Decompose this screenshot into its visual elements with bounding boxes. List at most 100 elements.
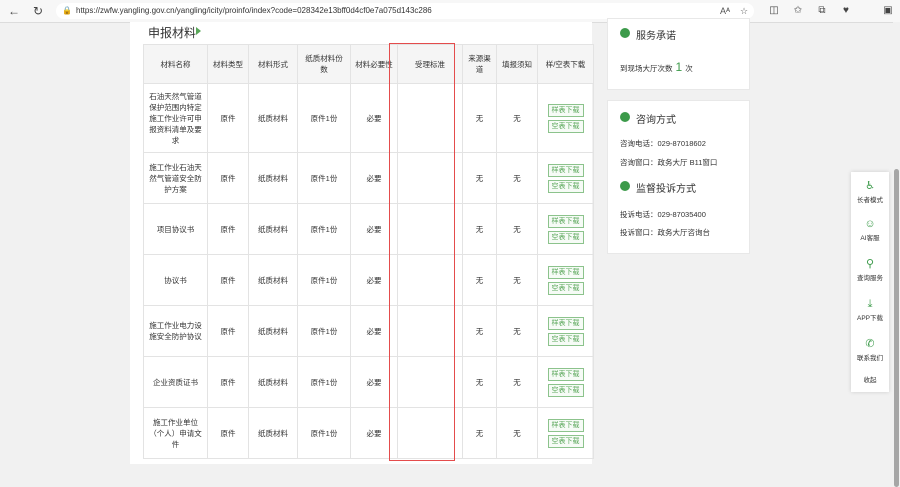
sample-download-button[interactable]: 样表下载 bbox=[547, 265, 584, 279]
read-aloud-icon[interactable]: Aᴬ bbox=[720, 3, 730, 19]
visits-text: 到现场大厅次数 1 次 bbox=[620, 60, 693, 74]
sample-download-button[interactable]: 样表下载 bbox=[547, 316, 584, 330]
blank-download-button[interactable]: 空表下载 bbox=[547, 383, 584, 397]
material-copies: 原件1份 bbox=[297, 83, 351, 153]
material-source: 无 bbox=[462, 356, 497, 408]
material-standard bbox=[397, 407, 463, 459]
floating-sidebar: ♿ 长者模式 ☺ AI客服 ⚲ 查询服务 ⤓ APP下载 ✆ 联系我们 收起 bbox=[851, 172, 889, 392]
refresh-icon[interactable]: ↻ bbox=[30, 3, 46, 19]
complaint-phone: 投诉电话：029-87035400 bbox=[620, 210, 706, 219]
sample-download-button[interactable]: 样表下载 bbox=[547, 163, 584, 177]
service-title: 服务承诺 bbox=[636, 31, 676, 42]
header-download: 样/空表下载 bbox=[537, 44, 594, 84]
extension-icon[interactable]: ♥ bbox=[838, 3, 854, 19]
material-type: 原件 bbox=[207, 203, 249, 255]
material-name: 石油天然气管道保护范围内特定施工作业许可申报资料清单及要求 bbox=[143, 83, 208, 153]
sample-download-button[interactable]: 样表下载 bbox=[547, 367, 584, 381]
material-required: 必要 bbox=[350, 305, 398, 357]
header-name: 材料名称 bbox=[143, 44, 208, 84]
material-source: 无 bbox=[462, 203, 497, 255]
material-required: 必要 bbox=[350, 203, 398, 255]
material-name: 项目协议书 bbox=[143, 203, 208, 255]
app-download-button[interactable]: ⤓ APP下载 bbox=[851, 298, 889, 322]
material-name: 企业资质证书 bbox=[143, 356, 208, 408]
material-name: 施工作业电力设施安全防护协议 bbox=[143, 305, 208, 357]
blank-download-button[interactable]: 空表下载 bbox=[547, 179, 584, 193]
table-row: 施工作业石油天然气管道安全防护方案 原件 纸质材料 原件1份 必要 无 无 样表… bbox=[143, 152, 594, 204]
material-required: 必要 bbox=[350, 152, 398, 204]
header-form: 材料形式 bbox=[248, 44, 298, 84]
split-screen-icon[interactable]: ◫ bbox=[766, 3, 782, 19]
table-header-row: 材料名称 材料类型 材料形式 纸质材料份数 材料必要性 受理标准 来源渠道 填报… bbox=[143, 44, 594, 84]
material-type: 原件 bbox=[207, 356, 249, 408]
blank-download-button[interactable]: 空表下载 bbox=[547, 332, 584, 346]
search-icon: ⚲ bbox=[865, 258, 875, 270]
ai-service-button[interactable]: ☺ AI客服 bbox=[851, 218, 889, 242]
sidebar-toggle-icon[interactable]: ▣ bbox=[880, 3, 896, 19]
material-standard bbox=[397, 356, 463, 408]
complaint-title: 监督投诉方式 bbox=[636, 184, 696, 195]
material-copies: 原件1份 bbox=[297, 305, 351, 357]
download-cell: 样表下载 空表下载 bbox=[537, 254, 594, 306]
complaint-icon bbox=[620, 181, 630, 191]
download-cell: 样表下载 空表下载 bbox=[537, 356, 594, 408]
visits-suffix: 次 bbox=[685, 64, 693, 73]
phone-icon bbox=[620, 112, 630, 122]
material-type: 原件 bbox=[207, 152, 249, 204]
material-type: 原件 bbox=[207, 407, 249, 459]
contact-us-button[interactable]: ✆ 联系我们 bbox=[851, 338, 889, 362]
complaint-window: 投诉窗口：政务大厅咨询台 bbox=[620, 228, 710, 237]
download-icon: ⤓ bbox=[867, 298, 873, 310]
material-type: 原件 bbox=[207, 305, 249, 357]
sample-download-button[interactable]: 样表下载 bbox=[547, 418, 584, 432]
url-text: https://zwfw.yangling.gov.cn/yangling/ic… bbox=[76, 6, 432, 15]
material-name: 协议书 bbox=[143, 254, 208, 306]
header-type: 材料类型 bbox=[207, 44, 249, 84]
blank-download-button[interactable]: 空表下载 bbox=[547, 119, 584, 133]
address-bar[interactable]: 🔒 https://zwfw.yangling.gov.cn/yangling/… bbox=[56, 3, 754, 19]
sample-download-button[interactable]: 样表下载 bbox=[547, 103, 584, 117]
download-cell: 样表下载 空表下载 bbox=[537, 83, 594, 153]
sidebar-label: 查询服务 bbox=[857, 275, 883, 282]
material-notice: 无 bbox=[496, 305, 538, 357]
blank-download-button[interactable]: 空表下载 bbox=[547, 281, 584, 295]
material-source: 无 bbox=[462, 152, 497, 204]
collections-icon[interactable]: ⧉ bbox=[814, 3, 830, 19]
scrollbar-thumb[interactable] bbox=[894, 169, 899, 487]
favorites-icon[interactable]: ✩ bbox=[790, 3, 806, 19]
material-notice: 无 bbox=[496, 203, 538, 255]
blank-download-button[interactable]: 空表下载 bbox=[547, 434, 584, 448]
sample-download-button[interactable]: 样表下载 bbox=[547, 214, 584, 228]
material-standard bbox=[397, 203, 463, 255]
lock-icon: 🔒 bbox=[62, 6, 72, 15]
phone-icon: ✆ bbox=[865, 338, 875, 350]
scrollbar[interactable] bbox=[893, 22, 900, 487]
back-icon[interactable]: ← bbox=[6, 3, 22, 19]
download-cell: 样表下载 空表下载 bbox=[537, 407, 594, 459]
material-form: 纸质材料 bbox=[248, 152, 298, 204]
header-copies: 纸质材料份数 bbox=[297, 44, 351, 84]
query-service-button[interactable]: ⚲ 查询服务 bbox=[851, 258, 889, 282]
material-required: 必要 bbox=[350, 356, 398, 408]
sidebar-label: AI客服 bbox=[860, 235, 880, 242]
material-copies: 原件1份 bbox=[297, 152, 351, 204]
material-form: 纸质材料 bbox=[248, 407, 298, 459]
material-form: 纸质材料 bbox=[248, 203, 298, 255]
elderly-mode-button[interactable]: ♿ 长者模式 bbox=[851, 180, 889, 204]
blank-download-button[interactable]: 空表下载 bbox=[547, 230, 584, 244]
promise-icon bbox=[620, 28, 630, 38]
visits-prefix: 到现场大厅次数 bbox=[620, 64, 673, 73]
sidebar-label: 长者模式 bbox=[857, 197, 883, 204]
table-row: 项目协议书 原件 纸质材料 原件1份 必要 无 无 样表下载 空表下载 bbox=[143, 203, 594, 255]
consult-phone: 咨询电话：029-87018602 bbox=[620, 139, 706, 148]
download-cell: 样表下载 空表下载 bbox=[537, 305, 594, 357]
material-name: 施工作业单位（个人）申请文件 bbox=[143, 407, 208, 459]
material-copies: 原件1份 bbox=[297, 407, 351, 459]
material-source: 无 bbox=[462, 407, 497, 459]
table-row: 企业资质证书 原件 纸质材料 原件1份 必要 无 无 样表下载 空表下载 bbox=[143, 356, 594, 408]
material-form: 纸质材料 bbox=[248, 83, 298, 153]
favorite-star-icon[interactable]: ☆ bbox=[740, 3, 748, 19]
download-cell: 样表下载 空表下载 bbox=[537, 203, 594, 255]
collapse-button[interactable]: 收起 bbox=[851, 374, 889, 384]
material-form: 纸质材料 bbox=[248, 305, 298, 357]
